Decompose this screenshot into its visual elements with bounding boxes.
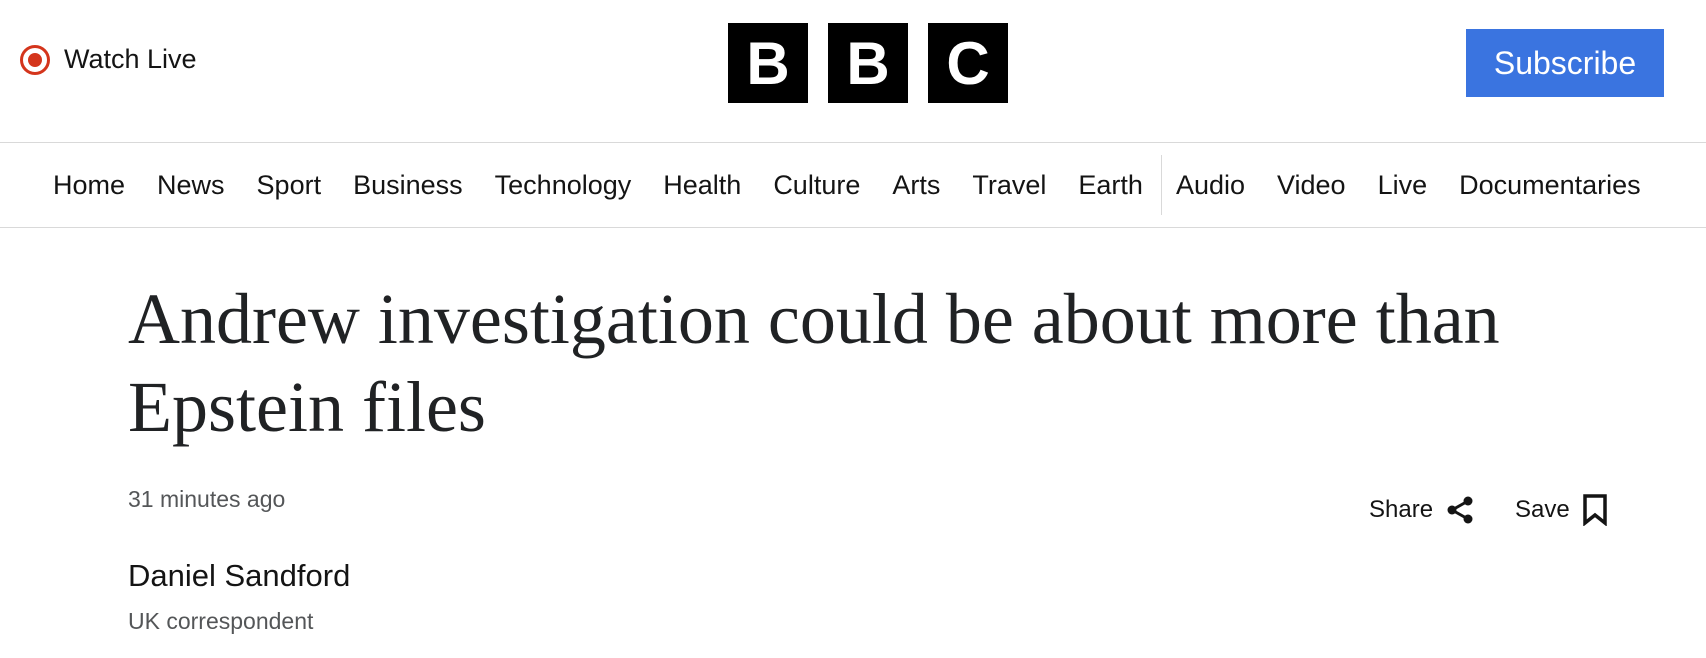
nav-item-travel[interactable]: Travel — [972, 170, 1046, 201]
nav-item-documentaries[interactable]: Documentaries — [1459, 170, 1641, 201]
top-header: Watch Live B B C Subscribe — [0, 0, 1706, 143]
save-button[interactable]: Save — [1515, 494, 1608, 526]
main-nav: Home News Sport Business Technology Heal… — [0, 143, 1706, 228]
nav-item-health[interactable]: Health — [663, 170, 741, 201]
save-label: Save — [1515, 496, 1570, 523]
nav-item-home[interactable]: Home — [53, 170, 125, 201]
article-actions: Share Save — [1369, 494, 1608, 526]
share-button[interactable]: Share — [1369, 495, 1475, 525]
nav-item-sport[interactable]: Sport — [257, 170, 322, 201]
author-name[interactable]: Daniel Sandford — [128, 558, 350, 594]
subscribe-button[interactable]: Subscribe — [1466, 29, 1664, 97]
logo-letter-b2: B — [828, 23, 908, 103]
watch-live-label: Watch Live — [64, 44, 197, 74]
nav-item-business[interactable]: Business — [353, 170, 463, 201]
nav-item-earth[interactable]: Earth — [1078, 170, 1143, 201]
live-indicator-icon — [20, 44, 50, 75]
bbc-logo[interactable]: B B C — [728, 23, 1008, 103]
nav-item-live[interactable]: Live — [1378, 170, 1428, 201]
nav-item-technology[interactable]: Technology — [495, 170, 632, 201]
nav-item-culture[interactable]: Culture — [773, 170, 860, 201]
share-label: Share — [1369, 496, 1434, 523]
logo-letter-b1: B — [728, 23, 808, 103]
nav-item-arts[interactable]: Arts — [892, 170, 940, 201]
article-timestamp: 31 minutes ago — [128, 486, 286, 512]
nav-divider — [1160, 155, 1162, 215]
author-role: UK correspondent — [128, 608, 314, 634]
nav-item-audio[interactable]: Audio — [1176, 170, 1245, 201]
logo-letter-c: C — [928, 23, 1008, 103]
bookmark-icon — [1583, 494, 1607, 526]
article-headline: Andrew investigation could be about more… — [128, 279, 1500, 447]
share-icon — [1447, 496, 1473, 524]
watch-live-link[interactable]: Watch Live — [20, 44, 197, 75]
nav-item-video[interactable]: Video — [1277, 170, 1346, 201]
nav-item-news[interactable]: News — [157, 170, 225, 201]
